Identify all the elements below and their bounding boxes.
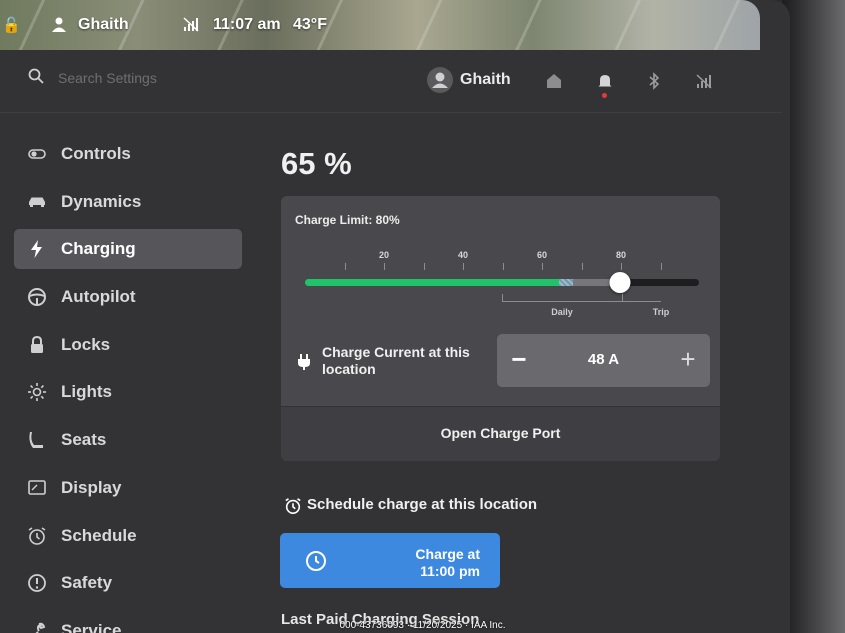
charge-limit-slider-handle[interactable]: [609, 272, 631, 293]
slider-tick: [661, 263, 662, 270]
sidebar-item-lights[interactable]: Lights: [14, 372, 242, 412]
sidebar-item-schedule[interactable]: Schedule: [14, 516, 242, 556]
status-bar-map: 🔓 Ghaith 11:07 am 43°F: [0, 0, 760, 50]
sidebar-item-label: Charging: [61, 239, 136, 259]
tick-label: 40: [457, 250, 469, 260]
clock-icon: [306, 551, 326, 571]
charge-current-stepper: − 48 A +: [497, 334, 710, 387]
schedule-button-time: 11:00 pm: [420, 563, 480, 579]
schedule-button-label: Charge at: [415, 546, 480, 562]
tick-label: 20: [378, 250, 390, 260]
sidebar-item-label: Controls: [61, 144, 131, 163]
search-settings-input[interactable]: [58, 66, 238, 90]
slider-tick: [621, 263, 622, 270]
home-icon[interactable]: [545, 72, 563, 90]
alert-icon: [28, 574, 46, 593]
no-signal-icon[interactable]: [695, 72, 713, 90]
notification-dot: [602, 93, 607, 98]
display-bezel: [782, 0, 845, 633]
lightning-icon: [31, 240, 42, 259]
sidebar-item-locks[interactable]: Locks: [14, 325, 242, 365]
sidebar-item-label: Autopilot: [61, 287, 136, 307]
slider-tick: [503, 263, 504, 270]
status-user-name: Ghaith: [78, 16, 129, 33]
schedule-charge-button[interactable]: Charge at 11:00 pm: [280, 533, 500, 588]
header-divider: [0, 112, 782, 113]
sidebar-item-label: Schedule: [61, 525, 137, 545]
sidebar-item-dynamics[interactable]: Dynamics: [14, 182, 242, 222]
daily-trip-bracket: [502, 294, 661, 302]
touchscreen: 🔓 Ghaith 11:07 am 43°F Ghaith Controls D…: [0, 0, 790, 633]
sidebar-item-label: Locks: [61, 334, 111, 354]
user-icon: [432, 72, 448, 88]
alarm-clock-icon: [28, 526, 46, 545]
profile-name[interactable]: Ghaith: [460, 71, 511, 89]
car-icon: [29, 197, 45, 207]
sidebar-item-label: Display: [61, 477, 122, 497]
slider-tick: [345, 263, 346, 270]
settings-sidebar: Controls Dynamics Charging Autopilot Loc…: [14, 134, 242, 633]
trip-zone-label: Trip: [652, 307, 670, 317]
no-signal-icon: [183, 17, 199, 32]
bell-icon[interactable]: [596, 72, 614, 90]
tick-label: 80: [615, 250, 627, 260]
open-charge-port-label: Open Charge Port: [440, 425, 561, 441]
sidebar-item-controls[interactable]: Controls: [14, 134, 242, 174]
schedule-charge-title: Schedule charge at this location: [307, 496, 538, 513]
slider-tick: [384, 263, 385, 270]
sun-icon: [28, 383, 46, 402]
increase-current-button[interactable]: +: [674, 346, 702, 374]
lock-icon: [31, 335, 43, 353]
alarm-clock-icon: [285, 498, 301, 515]
steering-wheel-icon: [28, 288, 46, 307]
sidebar-item-charging[interactable]: Charging: [14, 229, 242, 270]
toggle-icon: [28, 149, 46, 159]
status-temperature: 43°F: [293, 16, 327, 33]
sidebar-item-seats[interactable]: Seats: [14, 420, 242, 460]
sidebar-item-label: Seats: [61, 430, 107, 450]
sidebar-item-display[interactable]: Display: [14, 468, 242, 508]
watermark: 000-43736093 · 11/20/2025 · IAA Inc.: [339, 620, 506, 631]
slider-tick: [582, 263, 583, 270]
status-time: 11:07 am: [213, 16, 281, 33]
display-icon: [28, 480, 46, 495]
charge-limit-label: Charge Limit: 80%: [295, 213, 400, 227]
sidebar-item-label: Safety: [61, 573, 113, 593]
sidebar-item-safety[interactable]: Safety: [14, 563, 242, 603]
seat-icon: [29, 432, 43, 449]
battery-percent: 65 %: [281, 146, 352, 181]
slider-tick: [542, 263, 543, 270]
sidebar-item-autopilot[interactable]: Autopilot: [14, 277, 242, 317]
slider-tick: [463, 263, 464, 270]
current-charge-fill: [305, 279, 562, 286]
plug-icon: [298, 354, 310, 370]
charging-progress-hatch: [559, 279, 574, 286]
daily-zone-label: Daily: [551, 307, 573, 317]
avatar[interactable]: [427, 67, 453, 93]
user-icon: [52, 17, 66, 32]
lock-status-icon: 🔓: [2, 17, 21, 34]
charging-card: Charge Limit: 80% 20 40 60 80 Daily Trip…: [281, 196, 720, 461]
bluetooth-icon[interactable]: [645, 72, 663, 90]
slider-tick: [424, 263, 425, 270]
tick-label: 60: [536, 250, 548, 260]
charge-current-label: Charge Current at this location: [322, 344, 470, 377]
charge-limit-slider-track[interactable]: [305, 279, 699, 286]
daily-trip-divider: [622, 294, 623, 302]
open-charge-port-button[interactable]: Open Charge Port: [281, 406, 720, 461]
sidebar-item-label: Dynamics: [61, 191, 142, 211]
search-icon: [28, 68, 44, 84]
sidebar-item-label: Lights: [61, 382, 112, 402]
